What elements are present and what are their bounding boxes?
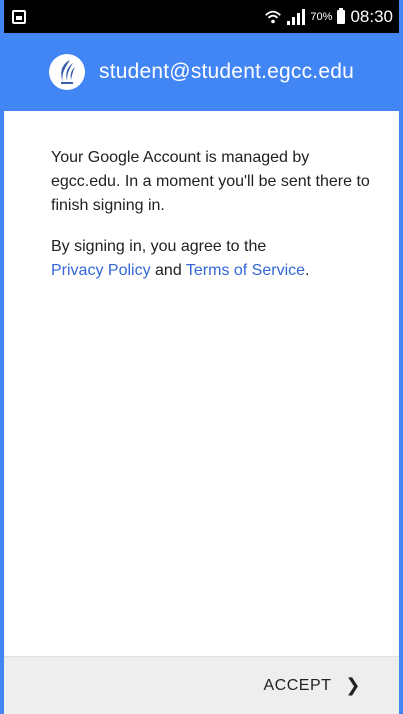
footer-bar: ACCEPT ❯ [4, 656, 399, 714]
status-bar: 70% 08:30 [4, 0, 399, 33]
agreement-text: By signing in, you agree to the Privacy … [51, 235, 371, 283]
signal-icon [287, 8, 306, 25]
status-left [12, 9, 26, 24]
egcc-logo-icon [49, 54, 86, 90]
accept-label: ACCEPT [263, 676, 332, 694]
battery-percent: 70% [310, 10, 333, 23]
gallery-notification-icon [12, 9, 26, 24]
battery-icon [337, 7, 346, 24]
wifi-icon [265, 10, 282, 23]
and-text: and [155, 262, 182, 279]
agreement-prefix: By signing in, you agree to the [51, 238, 267, 255]
phone-screen: 70% 08:30 student@student.egcc.edu Your … [0, 0, 403, 714]
accept-button[interactable]: ACCEPT ❯ [264, 675, 362, 696]
account-header: student@student.egcc.edu [4, 33, 399, 111]
managed-account-text: Your Google Account is managed by egcc.e… [51, 149, 370, 214]
privacy-policy-link[interactable]: Privacy Policy [51, 262, 151, 279]
terms-of-service-link[interactable]: Terms of Service [186, 262, 305, 279]
status-time: 08:30 [350, 6, 393, 26]
sign-in-message: Your Google Account is managed by egcc.e… [51, 146, 371, 300]
status-right: 70% 08:30 [264, 7, 393, 27]
chevron-right-icon: ❯ [345, 675, 361, 695]
period-text: . [305, 262, 310, 279]
account-email: student@student.egcc.edu [99, 60, 354, 83]
